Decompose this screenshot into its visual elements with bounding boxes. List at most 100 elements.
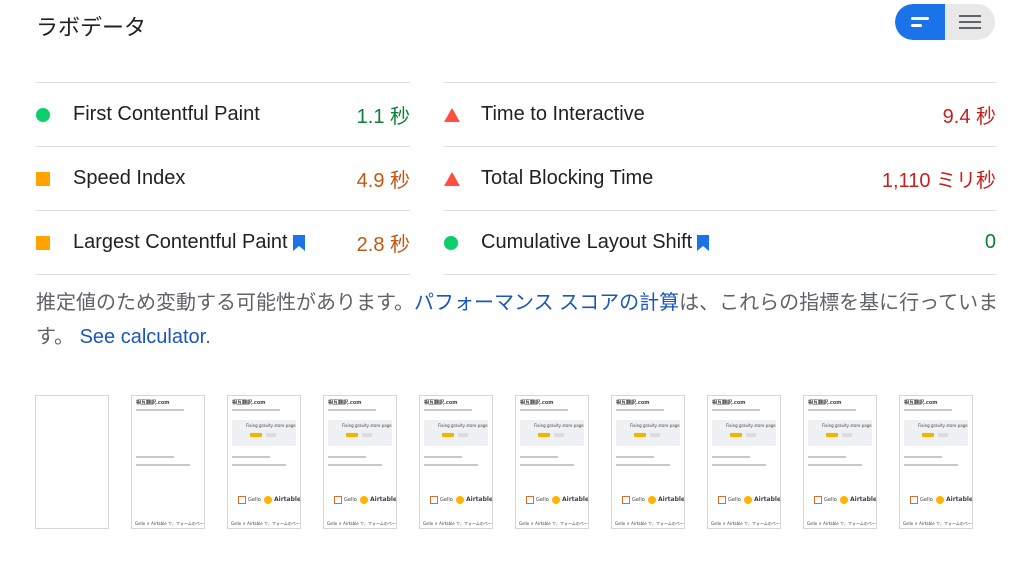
frame-brand: Airtable <box>658 496 685 503</box>
frame-headline: Fixing gravity store page <box>246 423 296 428</box>
list-view-button[interactable] <box>945 4 995 40</box>
gello-logo-icon <box>238 496 246 504</box>
frame-brand: Gello <box>920 497 933 503</box>
metric-cls: Cumulative Layout Shift 0 <box>444 210 996 275</box>
frame-line <box>616 409 664 411</box>
gello-logo-icon <box>526 496 534 504</box>
frame-line <box>136 409 184 411</box>
frame-line <box>328 456 366 458</box>
frame-button <box>826 433 838 437</box>
frame-headline: Fixing gravity store page <box>534 423 584 428</box>
airtable-logo-icon <box>840 496 848 504</box>
performance-score-link[interactable]: パフォーマンス スコアの計算 <box>414 292 679 314</box>
see-calculator-link[interactable]: See calculator <box>80 326 206 348</box>
gello-logo-icon <box>430 496 438 504</box>
metric-value: 9.4 秒 <box>942 106 996 128</box>
frame-brand: Airtable <box>850 496 877 503</box>
frame-line <box>328 409 376 411</box>
bookmark-icon[interactable] <box>292 234 306 252</box>
frame-site-title: 相互翻訳.com <box>808 400 842 406</box>
frame-site-title: 相互翻訳.com <box>232 400 266 406</box>
bar-chart-view-icon <box>911 17 929 27</box>
frame-brand: Airtable <box>274 496 301 503</box>
frame-line <box>424 464 478 466</box>
description-text: . <box>205 326 211 348</box>
metric-label: Speed Index <box>73 167 186 189</box>
frame-line <box>712 464 766 466</box>
frame-site-title: 相互翻訳.com <box>424 400 458 406</box>
frame-line <box>808 464 862 466</box>
frame-footer: Gello × Airtable で、フォームのページを作成 <box>423 521 492 526</box>
filmstrip-frame: 相互翻訳.com Fixing gravity store page Gello Ai… <box>227 395 301 529</box>
frame-button <box>746 433 756 437</box>
frame-line <box>520 409 568 411</box>
bookmark-icon[interactable] <box>696 234 710 252</box>
frame-button <box>730 433 742 437</box>
filmstrip-frame <box>35 395 109 529</box>
frame-footer: Gello × Airtable で、フォームのページを作成 <box>903 521 972 526</box>
metric-value: 2.8 秒 <box>356 234 410 256</box>
filmstrip-frame: 相互翻訳.com Gello × Airtable で、フォームのページを作成 <box>131 395 205 529</box>
frame-headline: Fixing gravity store page <box>918 423 968 428</box>
metric-fcp: First Contentful Paint 1.1 秒 <box>36 82 410 146</box>
bad-triangle-icon <box>444 171 481 186</box>
frame-site-title: 相互翻訳.com <box>904 400 938 406</box>
airtable-logo-icon <box>552 496 560 504</box>
airtable-logo-icon <box>456 496 464 504</box>
filmstrip: 相互翻訳.comGello × Airtable で、フォームのページを作成相互… <box>35 395 973 529</box>
frame-brand: Airtable <box>562 496 589 503</box>
metric-value: 1.1 秒 <box>356 106 410 128</box>
frame-button <box>650 433 660 437</box>
frame-line <box>232 409 280 411</box>
frame-line <box>808 456 846 458</box>
frame-line <box>520 456 558 458</box>
frame-headline: Fixing gravity store page <box>726 423 776 428</box>
frame-brand: Gello <box>248 497 261 503</box>
average-square-icon <box>36 235 73 250</box>
frame-line <box>904 464 958 466</box>
frame-footer: Gello × Airtable で、フォームのページを作成 <box>615 521 684 526</box>
frame-button <box>362 433 372 437</box>
filmstrip-frame: 相互翻訳.com Fixing gravity store page Gello Ai… <box>419 395 493 529</box>
frame-line <box>232 464 286 466</box>
airtable-logo-icon <box>264 496 272 504</box>
frame-line <box>232 456 270 458</box>
frame-button <box>842 433 852 437</box>
frame-brand: Gello <box>344 497 357 503</box>
frame-line <box>424 456 462 458</box>
frame-footer: Gello × Airtable で、フォームのページを作成 <box>807 521 876 526</box>
frame-line <box>136 456 174 458</box>
frame-brand: Airtable <box>466 496 493 503</box>
frame-headline: Fixing gravity store page <box>630 423 680 428</box>
frame-footer: Gello × Airtable で、フォームのページを作成 <box>231 521 300 526</box>
frame-line <box>424 409 472 411</box>
frame-line <box>520 464 574 466</box>
filmstrip-frame: 相互翻訳.com Fixing gravity store page Gello Ai… <box>707 395 781 529</box>
view-toggle[interactable] <box>895 4 995 40</box>
frame-headline: Fixing gravity store page <box>822 423 872 428</box>
frame-brand: Airtable <box>370 496 397 503</box>
metrics-description: 推定値のため変動する可能性があります。パフォーマンス スコアの計算は、これらの指… <box>36 286 1001 354</box>
bar-chart-view-button[interactable] <box>895 4 945 40</box>
bad-triangle-icon <box>444 107 481 122</box>
frame-brand: Airtable <box>946 496 973 503</box>
metric-label: Time to Interactive <box>481 103 645 125</box>
frame-button <box>442 433 454 437</box>
gello-logo-icon <box>814 496 822 504</box>
airtable-logo-icon <box>744 496 752 504</box>
gello-logo-icon <box>910 496 918 504</box>
frame-line <box>904 409 952 411</box>
gello-logo-icon <box>334 496 342 504</box>
frame-line <box>616 456 654 458</box>
gello-logo-icon <box>622 496 630 504</box>
frame-site-title: 相互翻訳.com <box>712 400 746 406</box>
metric-label: Cumulative Layout Shift <box>481 231 693 253</box>
frame-button <box>938 433 948 437</box>
frame-line <box>712 456 750 458</box>
average-square-icon <box>36 171 73 186</box>
frame-line <box>328 464 382 466</box>
description-text: 推定値のため変動する可能性があります。 <box>36 292 414 314</box>
frame-brand: Gello <box>728 497 741 503</box>
frame-site-title: 相互翻訳.com <box>136 400 170 406</box>
frame-button <box>458 433 468 437</box>
